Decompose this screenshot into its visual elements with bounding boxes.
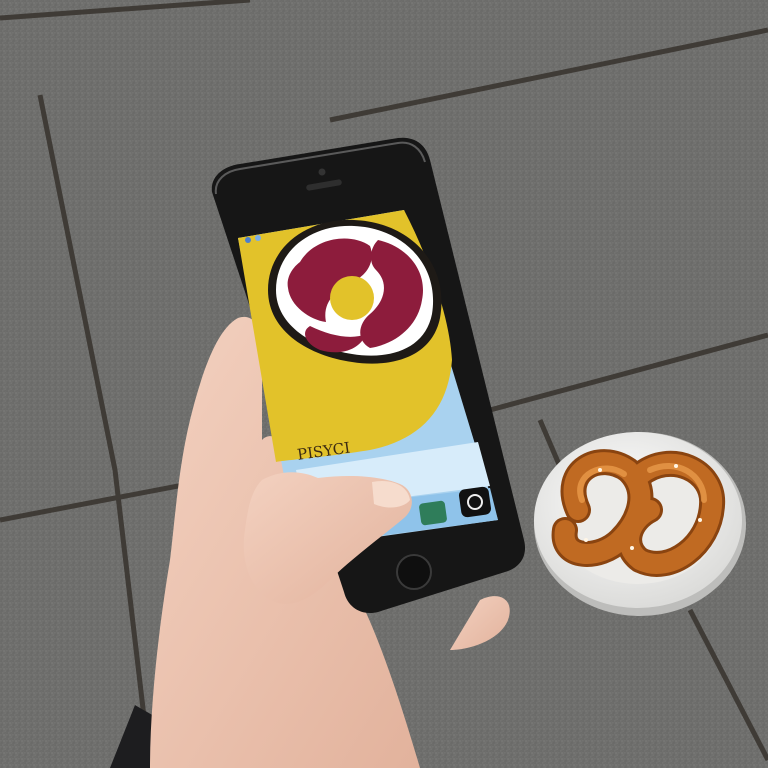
scene-illustration [0,0,768,768]
app-icon-green[interactable] [419,500,448,526]
photo-scene: PISYCI [0,0,768,768]
camera-app-icon[interactable] [458,486,492,518]
home-button[interactable] [396,554,432,590]
